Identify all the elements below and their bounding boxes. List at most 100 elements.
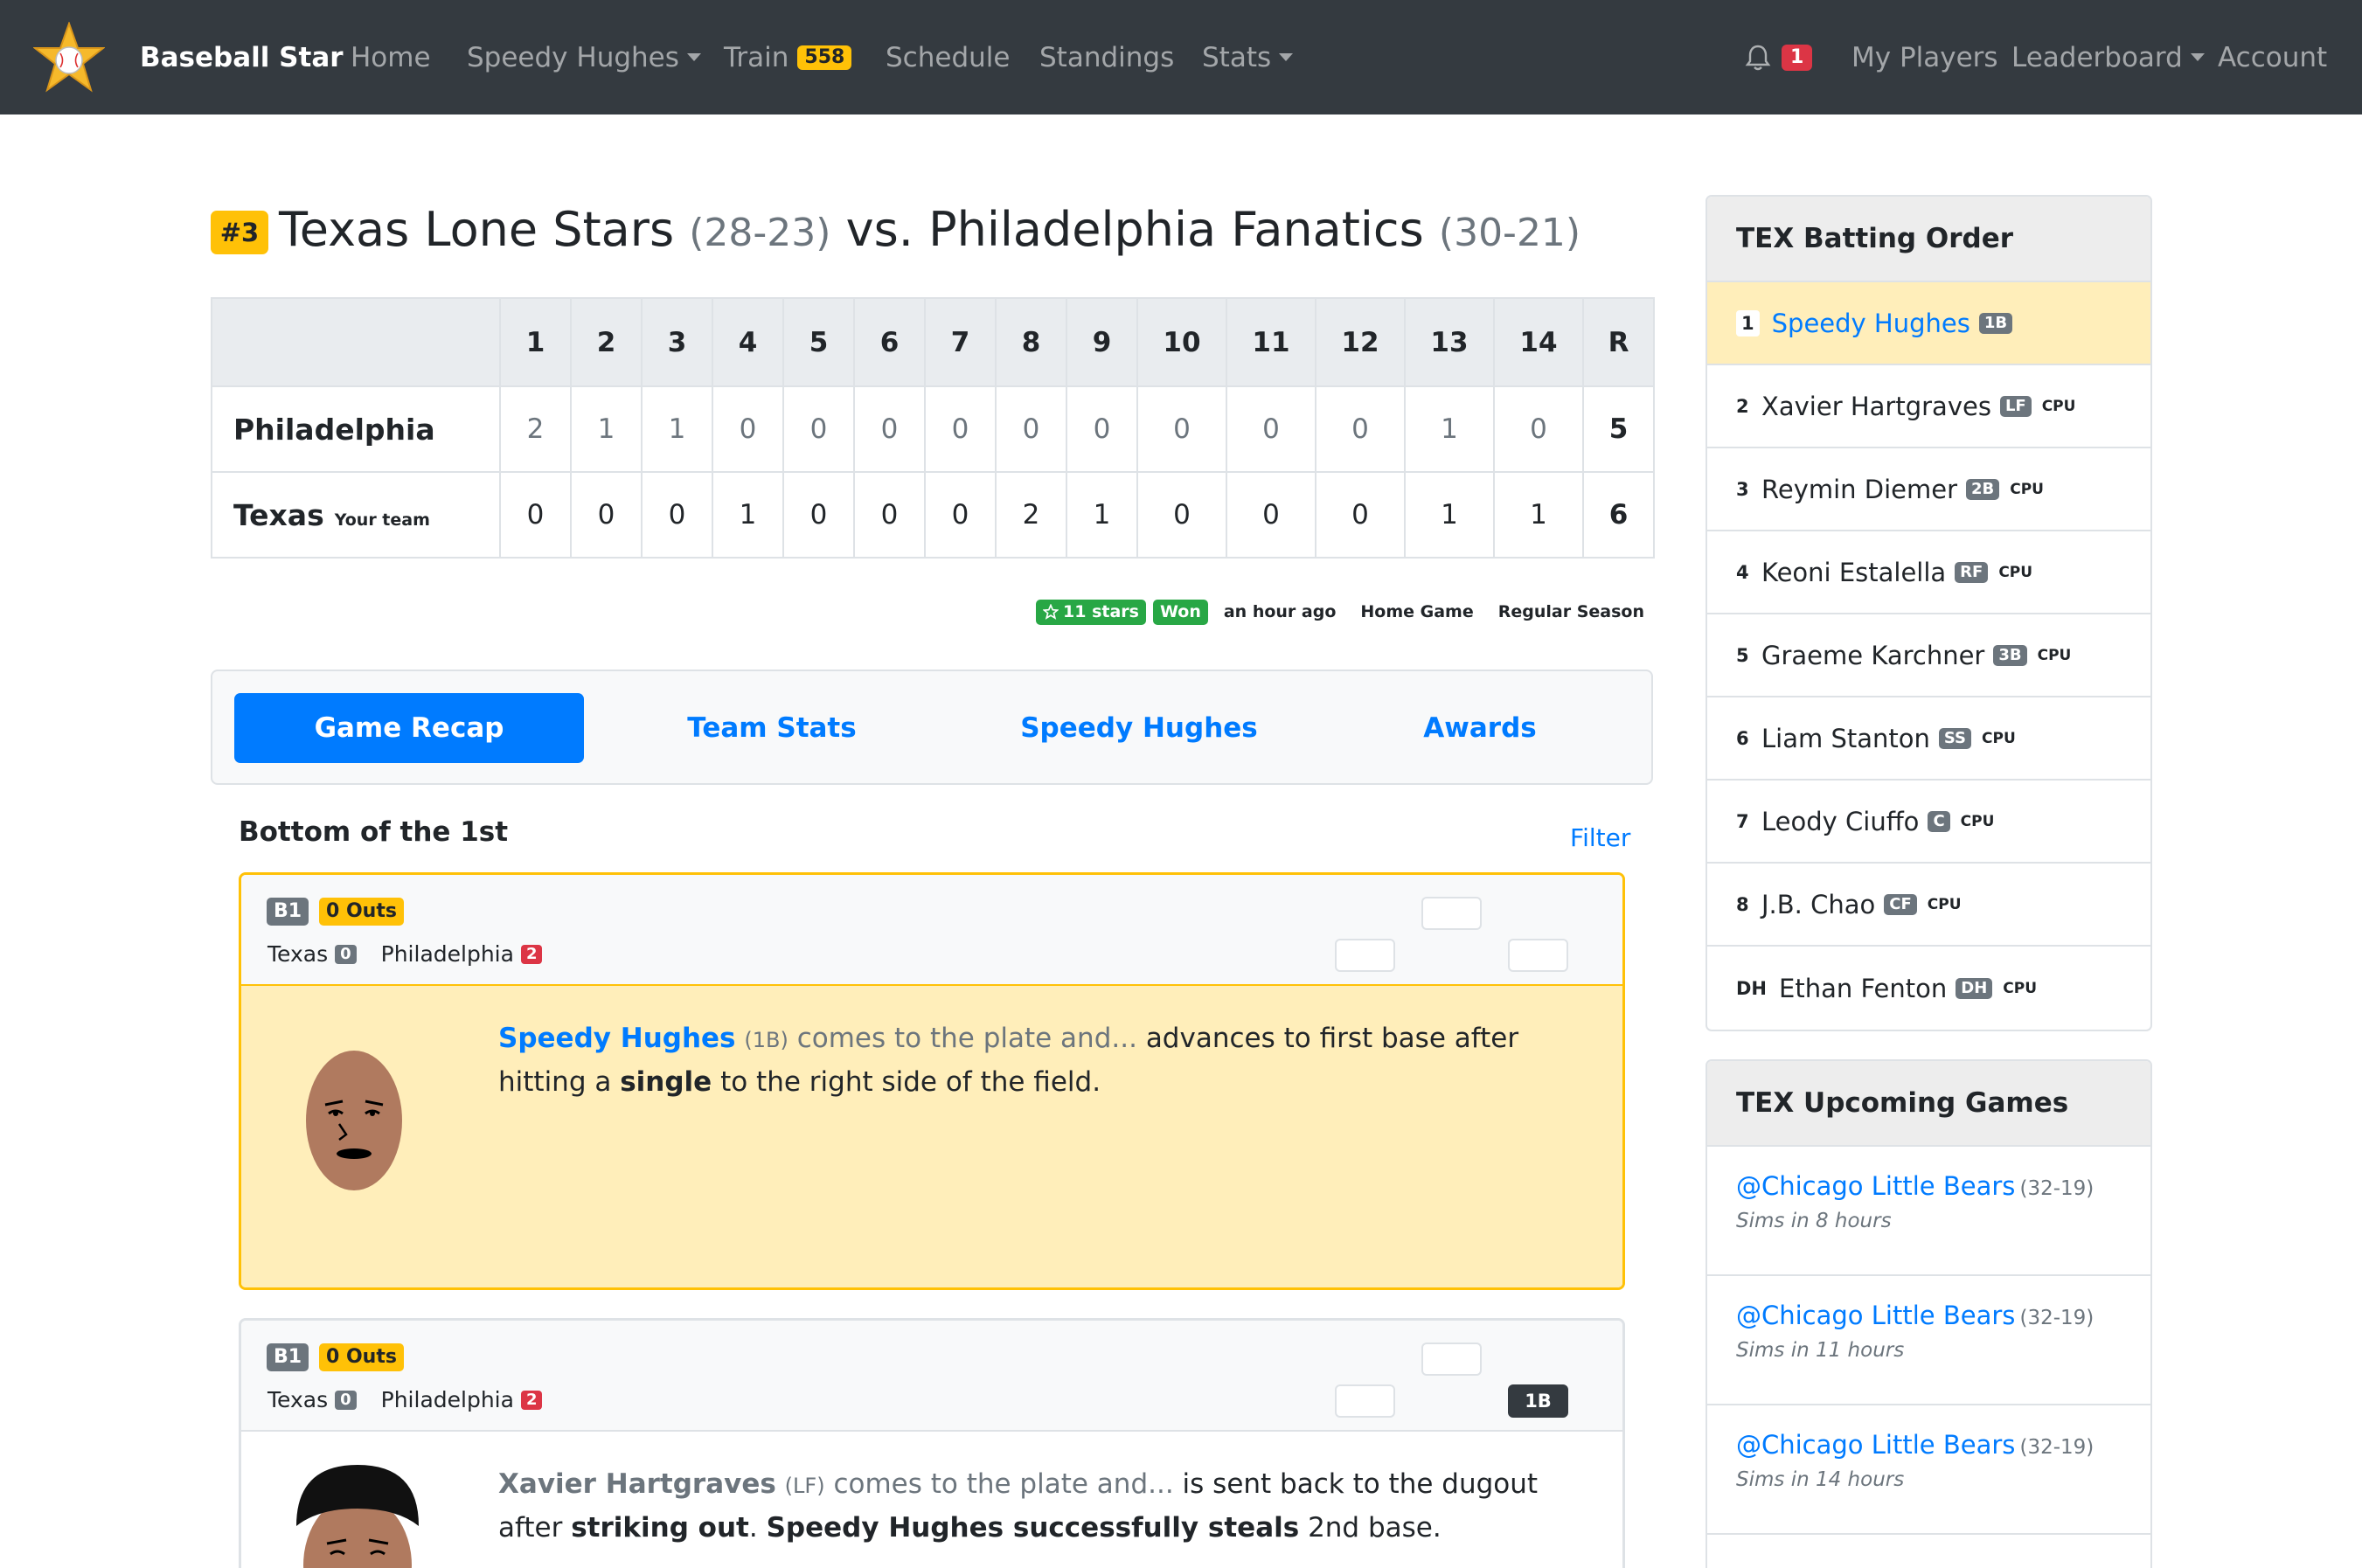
second-base <box>1421 1343 1482 1376</box>
batting-order-number: DH <box>1736 977 1768 999</box>
position-badge: LF <box>1999 395 2032 417</box>
inning-score: 1 <box>1404 385 1495 473</box>
inning-title: Bottom of the 1st <box>239 816 509 848</box>
upcoming-game-item: @Chicago Little Bears (32-19) Sims in 8 … <box>1707 1147 2150 1276</box>
linescore-team-name: Texas <box>233 497 324 532</box>
chevron-down-icon <box>2190 53 2205 61</box>
play-result: striking out <box>571 1512 749 1544</box>
batting-order-item[interactable]: 7 Leody Ciuffo C CPU <box>1707 781 2150 864</box>
inning-score: 0 <box>570 471 643 559</box>
brand-logo-icon[interactable] <box>33 0 105 114</box>
nav-train-label: Train <box>724 41 789 73</box>
batting-order-item[interactable]: 6 Liam Stanton SS CPU <box>1707 697 2150 781</box>
batting-order-item[interactable]: 8 J.B. Chao CF CPU <box>1707 864 2150 947</box>
upcoming-games-card: TEX Upcoming Games @Chicago Little Bears… <box>1706 1059 2152 1568</box>
nav-leaderboard-label: Leaderboard <box>2011 41 2183 73</box>
nav-standings[interactable]: Standings <box>1039 0 1174 114</box>
star-outline-icon <box>1043 604 1059 620</box>
batting-order-number: 7 <box>1736 810 1749 832</box>
batting-order-number: 4 <box>1736 561 1749 583</box>
filter-link[interactable]: Filter <box>1570 823 1630 852</box>
batting-order-number: 1 <box>1736 309 1760 336</box>
bell-icon <box>1745 44 1771 72</box>
inning-score: 0 <box>712 385 784 473</box>
inning-score: 0 <box>853 471 926 559</box>
player-name: Reymin Diemer <box>1761 474 1957 504</box>
tab-player[interactable]: Speedy Hughes <box>973 693 1305 763</box>
play-card: B1 0 Outs Texas 0 Philadelphia 2 1B Xavi… <box>239 1318 1625 1568</box>
nav-home[interactable]: Home <box>351 0 431 114</box>
opponent-link[interactable]: @Chicago Little Bears <box>1736 1430 2015 1460</box>
player-name: Speedy Hughes <box>1771 308 1970 338</box>
play-card-body: Xavier Hartgraves (LF) comes to the plat… <box>241 1432 1622 1568</box>
chevron-down-icon <box>1279 53 1294 61</box>
play-text: 2nd base. <box>1308 1512 1442 1544</box>
position-badge: SS <box>1938 727 1972 749</box>
inning-score: 0 <box>995 385 1067 473</box>
batting-order-item[interactable]: 3 Reymin Diemer 2B CPU <box>1707 448 2150 531</box>
nav-train[interactable]: Train 558 <box>724 0 852 114</box>
batting-order-item[interactable]: 2 Xavier Hartgraves LF CPU <box>1707 365 2150 448</box>
team-a-name: Texas <box>267 1387 329 1412</box>
inning-score: 1 <box>1066 471 1138 559</box>
away-team-name: Philadelphia Fanatics <box>928 202 1424 257</box>
inning-score: 2 <box>995 471 1067 559</box>
play-result: single <box>620 1066 712 1098</box>
outs-badge: 0 Outs <box>319 898 404 926</box>
tab-awards[interactable]: Awards <box>1349 693 1611 763</box>
opponent-link[interactable]: @Chicago Little Bears <box>1736 1171 2015 1201</box>
play-card-header: B1 0 Outs Texas 0 Philadelphia 2 1B <box>241 1321 1622 1432</box>
sim-time: Sims in 8 hours <box>1736 1210 1892 1232</box>
position-badge: 2B <box>1966 478 2000 500</box>
play-text: to the right side of the field. <box>720 1066 1101 1098</box>
upcoming-game-item: @Chicago Little Bears (32-19) Sims in 14… <box>1707 1405 2150 1535</box>
play-lead: comes to the plate and... <box>796 1023 1137 1054</box>
upcoming-game-item: @Chicago Little Bears (32-19) Sims in 11… <box>1707 1276 2150 1405</box>
notification-count-badge: 1 <box>1782 44 1813 71</box>
result-badge: Won <box>1152 599 1208 625</box>
inning-score: 0 <box>1315 471 1406 559</box>
second-base <box>1421 897 1482 930</box>
team-b-name: Philadelphia <box>380 941 514 967</box>
nav-player-dropdown[interactable]: Speedy Hughes <box>467 0 701 114</box>
batter-link[interactable]: Speedy Hughes <box>498 1023 736 1054</box>
inning-score: 0 <box>782 471 855 559</box>
nav-notifications[interactable]: 1 <box>1745 0 1813 114</box>
cpu-label: CPU <box>1998 563 2033 581</box>
game-tabs: Game Recap Team Stats Speedy Hughes Awar… <box>211 670 1653 785</box>
batter-link[interactable]: Xavier Hartgraves <box>498 1468 776 1500</box>
inning-header: 12 <box>1315 297 1406 387</box>
play-card-header: B1 0 Outs Texas 0 Philadelphia 2 <box>241 875 1622 986</box>
cpu-label: CPU <box>1927 895 1962 913</box>
nav-schedule[interactable]: Schedule <box>886 0 1010 114</box>
sim-time: Sims in 11 hours <box>1736 1339 1905 1362</box>
total-runs: 5 <box>1582 385 1655 473</box>
opponent-link[interactable]: @Chicago Little Bears <box>1736 1301 2015 1330</box>
nav-my-players[interactable]: My Players <box>1851 0 1998 114</box>
tab-game-recap[interactable]: Game Recap <box>234 693 584 763</box>
play-card: B1 0 Outs Texas 0 Philadelphia 2 Speedy … <box>239 872 1625 1290</box>
home-team-name: Texas Lone Stars <box>279 202 675 257</box>
batting-order-item[interactable]: 1 Speedy Hughes 1B <box>1707 282 2150 365</box>
opponent-record: (32-19) <box>2019 1307 2095 1329</box>
away-team-record: (30-21) <box>1438 211 1581 255</box>
sim-time: Sims in 14 hours <box>1736 1468 1905 1491</box>
inning-header: 4 <box>712 297 784 387</box>
brand-name[interactable]: Baseball Star <box>140 0 344 114</box>
your-team-label: Your team <box>334 510 430 530</box>
nav-stats-dropdown[interactable]: Stats <box>1202 0 1294 114</box>
player-name: Liam Stanton <box>1761 723 1930 753</box>
nav-leaderboard-dropdown[interactable]: Leaderboard <box>2011 0 2205 114</box>
nav-account[interactable]: Account <box>2218 0 2327 114</box>
first-base <box>1508 939 1568 972</box>
linescore-team-cell: Texas Your team <box>211 471 501 559</box>
inning-header: 11 <box>1226 297 1316 387</box>
position-badge: 1B <box>1978 312 2013 334</box>
batting-order-item[interactable]: DH Ethan Fenton DH CPU <box>1707 947 2150 1030</box>
page-title: Texas Lone Stars (28-23) vs. Philadelphi… <box>279 198 1580 266</box>
batting-order-item[interactable]: 5 Graeme Karchner 3B CPU <box>1707 614 2150 697</box>
tab-team-stats[interactable]: Team Stats <box>623 693 920 763</box>
third-base <box>1335 1384 1395 1418</box>
inning-badge: B1 <box>267 1343 309 1371</box>
batting-order-item[interactable]: 4 Keoni Estalella RF CPU <box>1707 531 2150 614</box>
